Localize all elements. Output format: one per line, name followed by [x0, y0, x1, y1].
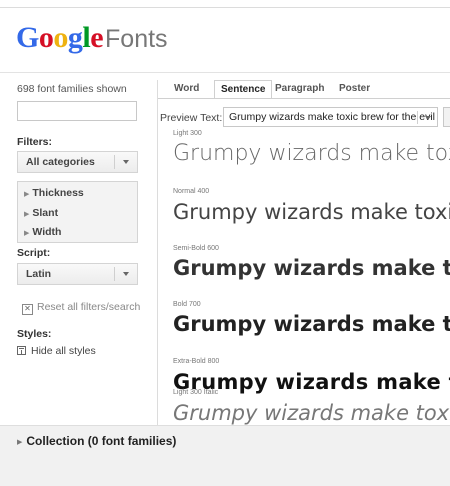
script-select-value: Latin [26, 268, 52, 280]
script-heading: Script: [17, 247, 51, 259]
filter-item-width[interactable]: ▶ Width [24, 226, 61, 238]
select-separator [114, 267, 115, 281]
script-select[interactable]: Latin [17, 263, 138, 285]
style-label: Bold 700 [173, 301, 201, 308]
filter-panel: ▶ Thickness ▶ Slant ▶ Width [17, 181, 138, 243]
tab-paragraph[interactable]: Paragraph [269, 80, 330, 99]
filter-item-label: Thickness [32, 187, 84, 199]
triangle-right-icon: ▶ [24, 230, 30, 237]
logo-letter: G [16, 21, 39, 54]
style-sample-light-italic: Grumpy wizards make toxic brew for the e… [173, 401, 450, 425]
chevron-down-icon [123, 160, 129, 164]
reset-filters-link[interactable]: ✕ Reset all filters/search [22, 301, 140, 315]
logo-letter: l [82, 21, 91, 54]
filter-item-slant[interactable]: ▶ Slant [24, 207, 58, 219]
logo-letter: o [53, 21, 68, 54]
preview-text-label: Preview Text: [160, 112, 223, 124]
collection-bar[interactable]: ▶ Collection (0 font families) [0, 425, 450, 486]
header-divider [0, 72, 450, 73]
category-select-value: All categories [26, 156, 95, 168]
tab-underline [158, 98, 450, 99]
select-separator [417, 111, 418, 124]
triangle-right-icon: ▶ [24, 211, 30, 218]
filter-item-label: Slant [32, 207, 59, 219]
triangle-right-icon: ▶ [24, 191, 30, 198]
style-sample-normal: Grumpy wizards make toxic brew for the e… [173, 200, 450, 224]
search-input[interactable] [17, 101, 137, 121]
collapse-icon [17, 346, 26, 355]
style-label: Normal 400 [173, 188, 210, 195]
logo-letter: g [67, 21, 83, 54]
filters-heading: Filters: [17, 136, 53, 148]
style-label: Semi-Bold 600 [173, 245, 219, 252]
style-label: Extra-Bold 800 [173, 358, 220, 365]
hide-styles-toggle[interactable]: Hide all styles [17, 345, 96, 357]
collection-toggle[interactable]: ▶ Collection (0 font families) [17, 434, 176, 448]
top-border [0, 7, 450, 8]
style-label: Light 300 [173, 130, 202, 137]
style-list: Light 300 Grumpy wizards make toxic brew… [158, 128, 450, 428]
logo-letter: e [90, 21, 104, 54]
tab-word[interactable]: Word [168, 80, 205, 99]
select-separator [114, 155, 115, 169]
filter-item-label: Width [32, 226, 62, 238]
styles-heading: Styles: [17, 328, 52, 340]
close-box-icon: ✕ [22, 304, 33, 315]
font-count-text: 698 font families shown [17, 83, 127, 95]
preview-extra-control[interactable] [443, 107, 450, 127]
style-sample-light: Grumpy wizards make toxic brew for the e… [173, 141, 450, 166]
style-sample-bold: Grumpy wizards make toxic brew for the e… [173, 312, 450, 336]
chevron-down-icon [425, 116, 431, 120]
logo-fonts-word: Fonts [105, 25, 168, 53]
preview-text-select[interactable]: Grumpy wizards make toxic brew for the e… [223, 107, 438, 127]
google-fonts-logo[interactable]: GoogleFonts [16, 22, 168, 55]
reset-filters-label: Reset all filters/search [37, 301, 141, 313]
tab-sentence[interactable]: Sentence [214, 80, 273, 99]
filter-item-thickness[interactable]: ▶ Thickness [24, 187, 84, 199]
hide-styles-label: Hide all styles [31, 345, 96, 357]
triangle-right-icon: ▶ [17, 439, 23, 446]
preview-text-value: Grumpy wizards make toxic brew for the e… [229, 111, 435, 123]
chevron-down-icon [123, 272, 129, 276]
collection-label: Collection (0 font families) [26, 434, 177, 448]
style-sample-semibold: Grumpy wizards make toxic brew for the e… [173, 256, 450, 280]
style-label: Light 300 Italic [173, 389, 219, 396]
logo-letter: o [38, 21, 54, 54]
category-select[interactable]: All categories [17, 151, 138, 173]
tab-poster[interactable]: Poster [333, 80, 376, 99]
